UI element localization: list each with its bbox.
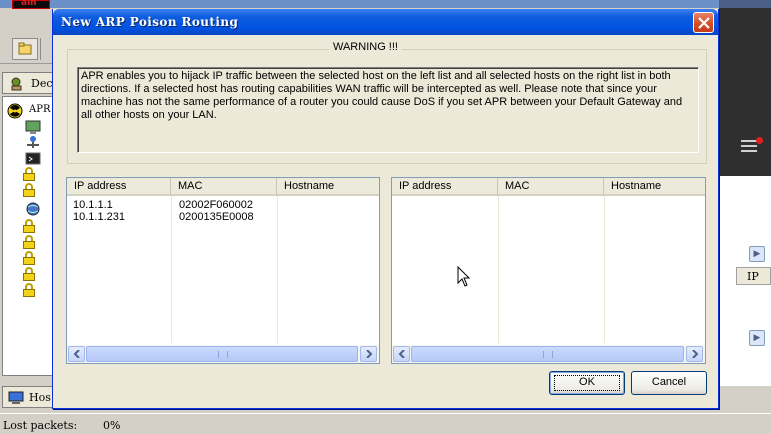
dialog-title: New ARP Poison Routing xyxy=(61,15,239,29)
network-icon[interactable] xyxy=(25,135,41,151)
tab-hosts-label: Hos xyxy=(29,391,51,404)
column-header-mac[interactable]: MAC xyxy=(171,178,277,195)
close-icon xyxy=(698,17,710,29)
warning-text: APR enables you to hijack IP traffic bet… xyxy=(81,70,683,121)
cell-mac: 0200135E0008 xyxy=(179,211,254,223)
tree-item-apr[interactable]: APR xyxy=(7,103,57,119)
column-header-ip-address[interactable]: IP address xyxy=(67,178,171,195)
cancel-button-label: Cancel xyxy=(651,376,687,388)
warning-textbox: APR enables you to hijack IP traffic bet… xyxy=(77,67,699,153)
app-logo: ain xyxy=(12,0,50,9)
scroll-left-button[interactable] xyxy=(68,346,85,362)
column-divider xyxy=(498,196,499,343)
side-panel-titlebar xyxy=(719,0,771,8)
horizontal-scrollbar[interactable] xyxy=(67,345,379,363)
close-button[interactable] xyxy=(693,12,714,33)
screen: ain Dec APR Hos Lost packets: 0% ▶ IP ▶ … xyxy=(0,0,771,434)
scrollbar-thumb[interactable] xyxy=(411,346,684,362)
radiation-icon xyxy=(7,103,23,119)
lock-icon[interactable] xyxy=(23,235,35,249)
column-header-ip[interactable]: IP xyxy=(736,267,771,285)
list-header: IP address MAC Hostname xyxy=(67,178,379,196)
tree-item-apr-label: APR xyxy=(29,104,51,115)
toolbar-button[interactable] xyxy=(12,38,38,60)
terminal-icon[interactable] xyxy=(25,151,41,167)
scroll-left-icon xyxy=(73,350,80,358)
main-window-titlebar xyxy=(0,0,771,8)
source-host-list[interactable]: IP address MAC Hostname 10.1.1.1 02002F0… xyxy=(66,177,380,364)
scroll-right-button[interactable] xyxy=(360,346,377,362)
lock-icon[interactable] xyxy=(23,219,35,233)
scroll-right-button[interactable]: ▶ xyxy=(749,246,765,262)
focus-rectangle xyxy=(554,375,620,391)
lock-icon[interactable] xyxy=(23,251,35,265)
lost-packets-value: 0% xyxy=(103,419,121,432)
column-header-ip-address[interactable]: IP address xyxy=(392,178,498,195)
menu-icon[interactable] xyxy=(741,140,757,152)
cell-ip: 10.1.1.231 xyxy=(73,211,125,223)
arp-poison-routing-dialog: New ARP Poison Routing WARNING !!! APR e… xyxy=(52,9,719,409)
notification-dot xyxy=(756,137,763,144)
column-divider xyxy=(277,196,278,343)
dialog-titlebar[interactable]: New ARP Poison Routing xyxy=(53,9,718,35)
cell-mac: 02002F060002 xyxy=(179,199,254,211)
column-header-mac[interactable]: MAC xyxy=(498,178,604,195)
status-bar: Lost packets: 0% xyxy=(0,413,771,434)
chevron-right-icon: ▶ xyxy=(753,249,761,259)
lost-packets-label: Lost packets: xyxy=(3,419,78,432)
warning-legend: WARNING !!! xyxy=(329,41,402,53)
lock-icon[interactable] xyxy=(23,267,35,281)
column-divider xyxy=(604,196,605,343)
scroll-right-button[interactable] xyxy=(686,346,703,362)
scroll-left-icon xyxy=(398,350,405,358)
scroll-right-icon xyxy=(366,350,373,358)
chevron-right-icon: ▶ xyxy=(753,333,761,343)
scroll-right-button[interactable]: ▶ xyxy=(749,330,765,346)
globe-icon[interactable] xyxy=(25,201,41,217)
scroll-right-icon xyxy=(692,350,699,358)
cancel-button[interactable]: Cancel xyxy=(631,371,707,395)
app-logo-text: ain xyxy=(21,0,37,8)
mouse-cursor-icon xyxy=(457,266,471,287)
cell-ip: 10.1.1.1 xyxy=(73,199,113,211)
sidebar-tree: APR xyxy=(2,96,56,376)
ok-button[interactable]: OK xyxy=(549,371,625,395)
folder-icon xyxy=(18,42,32,55)
column-divider xyxy=(171,196,172,343)
scroll-left-button[interactable] xyxy=(393,346,410,362)
lock-icon[interactable] xyxy=(23,167,35,181)
column-header-hostname[interactable]: Hostname xyxy=(604,178,705,195)
column-header-ip-label: IP xyxy=(747,270,759,283)
horizontal-scrollbar[interactable] xyxy=(392,345,705,363)
computer-icon xyxy=(8,391,24,404)
monitor-icon[interactable] xyxy=(25,119,41,135)
tab-hosts[interactable]: Hos xyxy=(2,386,58,408)
column-header-hostname[interactable]: Hostname xyxy=(277,178,379,195)
list-header: IP address MAC Hostname xyxy=(392,178,705,196)
lock-icon[interactable] xyxy=(23,183,35,197)
scrollbar-thumb[interactable] xyxy=(86,346,358,362)
lock-icon[interactable] xyxy=(23,283,35,297)
target-host-list[interactable]: IP address MAC Hostname xyxy=(391,177,706,364)
decoder-icon xyxy=(11,77,22,91)
tab-decoders-label: Dec xyxy=(31,77,53,90)
